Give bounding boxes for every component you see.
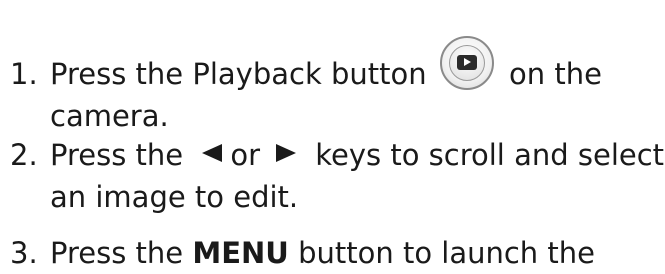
step-1-text-after: on the bbox=[499, 57, 602, 91]
step-number: 3. bbox=[10, 236, 38, 270]
step-3: 3. Press the MENU button to launch the bbox=[10, 232, 595, 274]
step-number: 1. bbox=[10, 57, 38, 91]
step-3-text-before: Press the bbox=[50, 236, 184, 270]
step-2-line-2: an image to edit. bbox=[50, 180, 299, 214]
step-3-line-1: 3. Press the MENU button to launch the bbox=[10, 232, 595, 274]
menu-keyword: MENU bbox=[192, 236, 289, 270]
step-1: 1. Press the Playback button on the camer… bbox=[10, 36, 602, 137]
step-number: 2. bbox=[10, 138, 38, 172]
step-2-text-after: keys to scroll and select bbox=[306, 138, 665, 172]
step-2-line-1: 2. Press the or keys to scroll and select bbox=[10, 134, 664, 176]
step-1-line-2: camera. bbox=[50, 99, 169, 133]
step-1-text-before: Press the Playback button bbox=[50, 57, 436, 91]
step-2: 2. Press the or keys to scroll and select… bbox=[10, 134, 664, 218]
right-arrow-key-icon bbox=[276, 144, 297, 162]
step-3-text-after: button to launch the bbox=[298, 236, 596, 270]
step-1-line-1: 1. Press the Playback button on the bbox=[10, 36, 602, 95]
playback-button-icon bbox=[439, 36, 494, 90]
step-2-connector: or bbox=[230, 138, 261, 172]
step-2-text-before: Press the bbox=[50, 138, 193, 172]
left-arrow-key-icon bbox=[202, 144, 223, 162]
